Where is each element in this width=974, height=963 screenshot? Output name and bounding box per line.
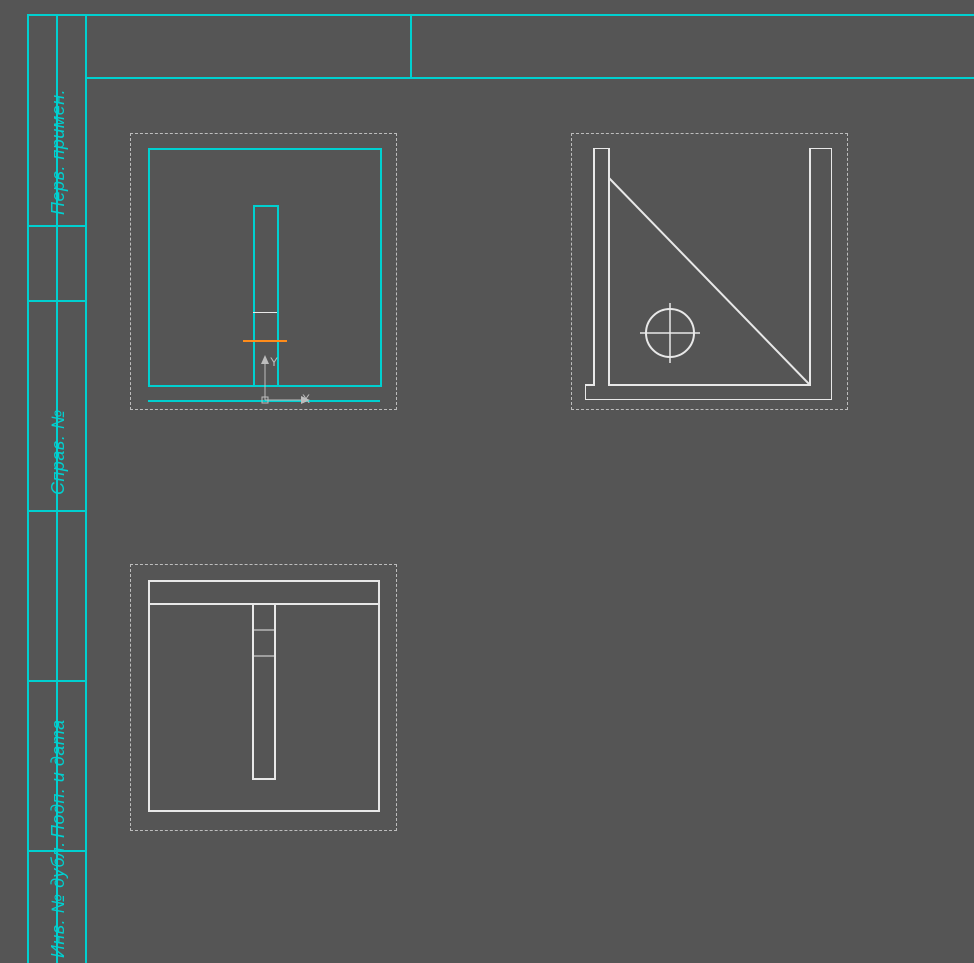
- view-side[interactable]: [585, 148, 832, 400]
- sidebar-label-podp-data: Подп. и дата: [48, 719, 69, 838]
- view-top[interactable]: [148, 580, 380, 812]
- sidebar-label-perv-primen: Перв. примен.: [48, 89, 69, 215]
- sidebar-label-inv-dubl: Инв. № дубл.: [48, 841, 69, 958]
- hole-center-icon: [640, 303, 700, 363]
- dimension-marker[interactable]: [243, 340, 287, 342]
- axis-label-y: Y: [270, 355, 278, 369]
- sidebar-label-sprav-no: Справ. №: [48, 409, 69, 495]
- axis-label-x: X: [302, 392, 310, 406]
- cad-canvas[interactable]: Перв. примен. Справ. № Подп. и дата Инв.…: [0, 0, 974, 963]
